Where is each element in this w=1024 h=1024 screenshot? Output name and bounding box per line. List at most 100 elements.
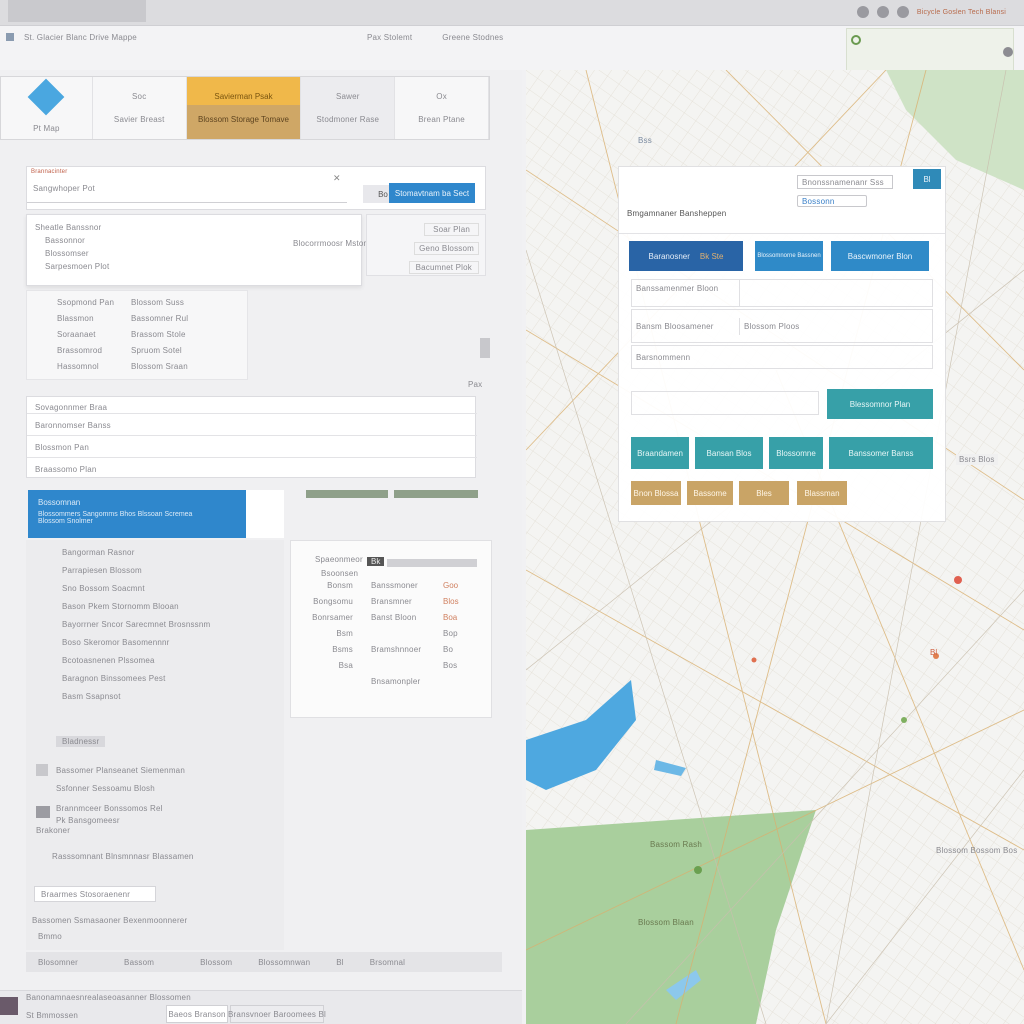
map-submit-button[interactable]: Blessomnor Plan <box>827 389 933 419</box>
footer-item[interactable]: Blossom <box>200 958 232 967</box>
map-label: Bassom Rash <box>650 840 702 849</box>
side-button[interactable]: Soar Plan <box>424 223 479 236</box>
dialog-row[interactable]: Bsms Bramshnnoer Bo <box>295 645 481 654</box>
tan-action-button[interactable]: Blassman <box>797 481 847 505</box>
dialog-row[interactable]: Bonrsamer Banst Bloon Boa <box>295 613 481 622</box>
footer-item[interactable]: Bl <box>336 958 344 967</box>
detail-footer-row: Brakoner <box>36 826 71 835</box>
bottom-button[interactable]: Bransvnoer Baroomees Bl <box>228 1005 326 1023</box>
search-input-text: Sangwhoper Pot <box>33 184 95 193</box>
detail-action-button[interactable]: Braarmes Stosoraenenr <box>34 886 156 902</box>
dialog-subtitle: Bsoonsen <box>321 569 359 578</box>
detail-item[interactable]: Bason Pkem Stornomm Blooan <box>62 602 284 611</box>
detail-item[interactable]: Bangorman Rasnor <box>62 548 284 557</box>
list-item[interactable]: Hassomnol Blossom Sraan <box>57 359 247 373</box>
map-field-row[interactable]: Banssamenmer Bloon <box>631 279 933 307</box>
dialog-row[interactable]: Bongsomu Bransmner Blos <box>295 597 481 606</box>
dialog-row[interactable]: Bsa Bos <box>295 661 481 670</box>
map-field-row[interactable]: Barsnommenn <box>631 345 933 369</box>
map-search-input[interactable]: Bnonssnamenanr Sss <box>797 175 893 189</box>
dropdown-item[interactable]: Blossomser <box>45 249 361 258</box>
map-label: Blossom Blaan <box>638 918 694 927</box>
window-title-tab[interactable] <box>8 0 146 22</box>
results-row[interactable]: Braassomo Plan <box>35 465 97 474</box>
close-icon[interactable]: ✕ <box>333 173 341 184</box>
bottom-button[interactable]: Baeos Branson <box>166 1005 228 1023</box>
notification-icon[interactable] <box>896 6 909 18</box>
footer-item[interactable]: Blosomner <box>38 958 78 967</box>
bottom-title: Banonamnaesnrealaseoasanner Blossomen <box>26 993 191 1002</box>
side-button[interactable]: Bacumnet Plok <box>408 261 479 274</box>
status-chip[interactable]: Bladnessr <box>56 736 106 747</box>
info-card-title: Bossomnan <box>38 498 81 507</box>
dialog-table: Bonsm Banssmoner Goo Bongsomu Bransmner Blos… <box>295 581 481 686</box>
left-list: Ssopmond Pan Blossom Suss Blassmon Bassomn… <box>26 290 248 380</box>
footer-item[interactable]: Brsomnal <box>370 958 405 967</box>
list-item[interactable]: Soraanaet Brassom Stole <box>57 327 247 341</box>
detail-item[interactable]: Sno Bossom Soacmnt <box>62 584 284 593</box>
detail-item[interactable]: Boso Skeromor Basomennnr <box>62 638 284 647</box>
dialog-row[interactable]: Bonsm Banssmoner Goo <box>295 581 481 590</box>
tan-action-button[interactable]: Bnon Blossa <box>631 481 681 505</box>
account-icon[interactable] <box>856 6 869 18</box>
submit-button[interactable]: Stomavtnam ba Sect <box>389 183 475 203</box>
search-input[interactable]: Sangwhoper Pot <box>27 175 347 203</box>
teal-action-button[interactable]: Braandamen <box>631 437 689 469</box>
results-row[interactable]: Blossmon Pan <box>35 443 89 452</box>
footer-item[interactable]: Blossomnwan <box>258 958 310 967</box>
search-icon <box>851 35 861 45</box>
dropdown-item[interactable]: Sheatle Banssnor <box>35 223 361 232</box>
map-search-button[interactable]: Bl <box>913 169 941 189</box>
info-card[interactable]: Bossomnan Blossommers Sangomms Bhos Blss… <box>28 490 246 538</box>
footer-item[interactable]: Bassom <box>124 958 154 967</box>
address-bar: St. Glacier Blanc Drive Mappe Pax Stolem… <box>0 26 1024 72</box>
extension-icon[interactable] <box>1003 47 1013 57</box>
settings-icon[interactable] <box>876 6 889 18</box>
map-field-row[interactable]: Bansm Bloosamener Blossom Ploos <box>631 309 933 343</box>
dialog-row[interactable]: Bnsamonpler <box>295 677 481 686</box>
detail-item[interactable]: Parrapiesen Blossom <box>62 566 284 575</box>
logo-caption: Pt Map <box>33 123 60 133</box>
detail-item[interactable]: Bayorrner Sncor Sarecmnet Brosnssnm <box>62 620 284 629</box>
side-button[interactable]: Geno Blossom <box>414 242 479 255</box>
dialog-row[interactable]: Bsm Bop <box>295 629 481 638</box>
map-submit-field[interactable] <box>631 391 819 415</box>
map-label: Blossom Bossom Bos <box>936 846 1018 855</box>
list-item[interactable]: Brassomrod Spruom Sotel <box>57 343 247 357</box>
app-icon[interactable] <box>0 997 18 1015</box>
teal-action-button[interactable]: Bansan Blos <box>695 437 763 469</box>
tab-soc[interactable]: Soc Savier Breast <box>93 77 187 139</box>
address-search-box[interactable] <box>846 28 1014 72</box>
detail-dialog: Spaeonmeor Bsoonsen Bk Bonsm Banssmoner Go… <box>290 540 492 718</box>
detail-item[interactable]: Baragnon Binssomees Pest <box>62 674 284 683</box>
tab-savierman[interactable]: Savierman Psak Blossom Storage Tomave <box>186 77 302 139</box>
scrollbar-thumb[interactable] <box>480 338 490 358</box>
info-card-line: Blossom Snolmer <box>38 518 93 525</box>
detail-item[interactable]: Bcotoasnenen Plssomea <box>62 656 284 665</box>
detail-item[interactable]: Basm Ssapnsot <box>62 692 284 701</box>
tan-action-button[interactable]: Bassome <box>687 481 733 505</box>
tab-title: Savierman Psak <box>214 92 273 101</box>
list-item[interactable]: Ssopmond Pan Blossom Suss <box>57 295 247 309</box>
results-pagination[interactable]: Pax <box>468 380 482 389</box>
page-extra: Greene Stodnes <box>442 32 504 42</box>
detail-footer-row: Brannmceer Bonssomos Rel <box>56 804 163 813</box>
url-field[interactable]: St. Glacier Blanc Drive Mappe Pax Stolem… <box>4 28 544 46</box>
teal-action-button[interactable]: Blossomne <box>769 437 823 469</box>
tan-action-button[interactable]: Bles <box>739 481 789 505</box>
map-nav-button[interactable]: Blossomnorne Bassnen <box>755 241 823 271</box>
logo-tab[interactable]: Pt Map <box>1 77 93 139</box>
map-nav-button[interactable]: Baranosner Bk Ste <box>629 241 743 271</box>
tab-ox[interactable]: Ox Brean Ptane <box>395 77 490 139</box>
detail-note: Bassomen Ssmasaoner Bexenmoonnerer <box>32 916 188 925</box>
map-nav-button[interactable]: Bascwmoner Blon <box>831 241 929 271</box>
results-row[interactable]: Baronnomser Banss <box>35 421 111 430</box>
tab-sawer[interactable]: Sawer Stodmoner Rase <box>301 77 396 139</box>
page-label: Pax Stolemt <box>366 32 413 42</box>
progress-strip <box>394 490 478 498</box>
detail-list: Bangorman Rasnor Parrapiesen Blossom Sno… <box>26 540 284 950</box>
map-filter-chip[interactable]: Bossonn <box>797 195 867 207</box>
list-item[interactable]: Blassmon Bassomner Rul <box>57 311 247 325</box>
teal-action-button[interactable]: Banssomer Banss <box>829 437 933 469</box>
dropdown-item[interactable]: Sarpesmoen Plot <box>45 262 361 271</box>
